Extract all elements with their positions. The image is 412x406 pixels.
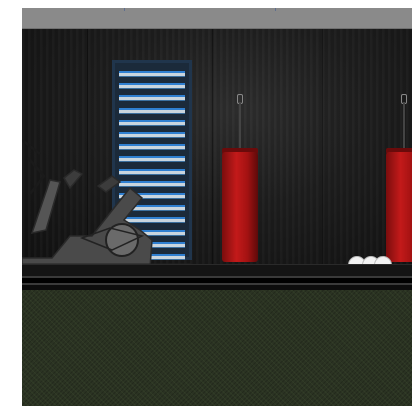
wall-panel-seam xyxy=(212,29,213,265)
floor-edge xyxy=(22,276,412,285)
wall-bar-rung xyxy=(119,95,185,102)
punching-bag-left[interactable] xyxy=(222,94,258,264)
top-bar xyxy=(22,8,412,29)
bag-chain xyxy=(239,102,241,148)
wall-panel-seam xyxy=(322,29,323,265)
bag-body xyxy=(386,152,412,262)
exercise-bike[interactable] xyxy=(22,118,202,283)
top-bar-tick xyxy=(275,8,276,11)
bike-handlebar xyxy=(22,139,46,195)
wall-bar-rung xyxy=(119,107,185,114)
game-viewport[interactable] xyxy=(22,8,412,406)
bag-body xyxy=(222,152,258,262)
wall-bar-rung xyxy=(119,83,185,90)
wall-bar-rung xyxy=(119,71,185,77)
bag-chain xyxy=(403,102,405,148)
grass-ground xyxy=(22,290,412,406)
top-bar-tick xyxy=(124,8,125,11)
punching-bag-right[interactable] xyxy=(386,94,412,264)
